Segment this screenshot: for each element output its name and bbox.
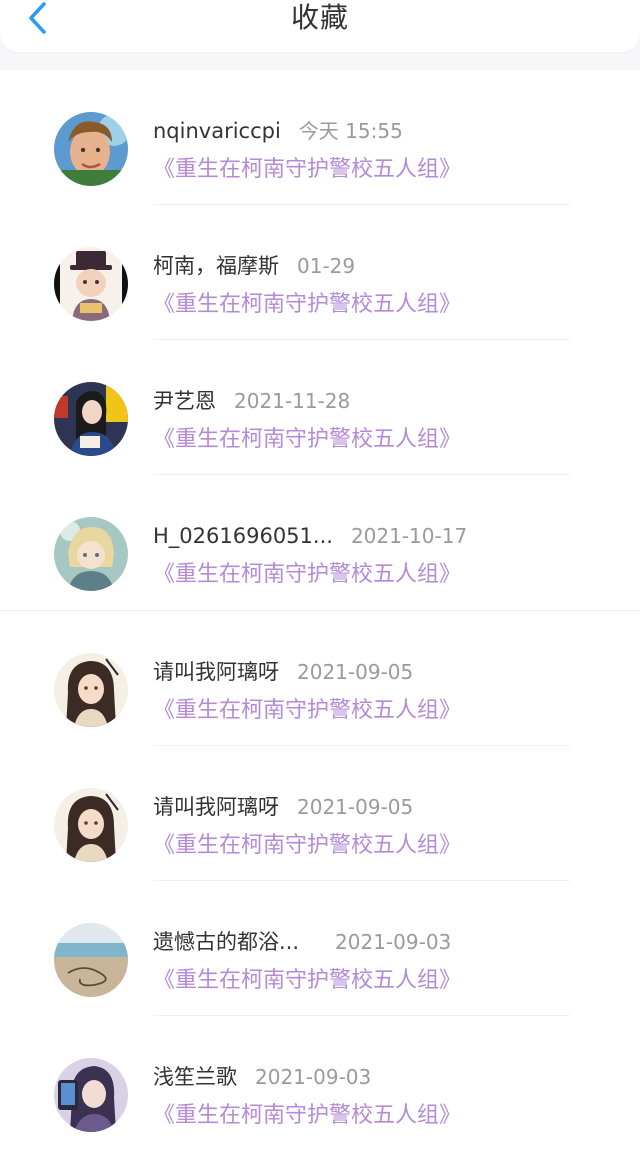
book-title-link[interactable]: 《重生在柯南守护警校五人组》 bbox=[153, 1100, 461, 1132]
user-name: 请叫我阿璃呀 bbox=[153, 795, 279, 819]
name-line: 柯南，福摩斯 01-29 bbox=[153, 251, 355, 281]
timestamp: 01-29 bbox=[297, 254, 356, 278]
user-name: nqinvariccpi bbox=[153, 119, 281, 143]
list-item[interactable]: 尹艺恩 2021-11-28 《重生在柯南守护警校五人组》 bbox=[0, 340, 640, 475]
book-title-link[interactable]: 《重生在柯南守护警校五人组》 bbox=[153, 965, 461, 997]
timestamp: 2021-10-17 bbox=[350, 524, 468, 548]
avatar[interactable] bbox=[54, 653, 128, 727]
name-line: H_0261696051... 2021-10-17 bbox=[153, 521, 467, 551]
list-item[interactable]: 浅笙兰歌 2021-09-03 《重生在柯南守护警校五人组》 bbox=[0, 1016, 640, 1151]
user-name: 尹艺恩 bbox=[153, 389, 216, 413]
book-title-link[interactable]: 《重生在柯南守护警校五人组》 bbox=[153, 695, 461, 727]
name-line: 请叫我阿璃呀 2021-09-05 bbox=[153, 792, 413, 822]
header-bar: 收藏 bbox=[0, 0, 640, 52]
timestamp: 2021-09-03 bbox=[335, 930, 452, 954]
avatar[interactable] bbox=[54, 517, 128, 591]
timestamp: 2021-09-05 bbox=[297, 660, 414, 684]
book-title-link[interactable]: 《重生在柯南守护警校五人组》 bbox=[153, 289, 461, 321]
list-item[interactable]: H_0261696051... 2021-10-17 《重生在柯南守护警校五人组… bbox=[0, 475, 640, 610]
avatar[interactable] bbox=[54, 788, 128, 862]
timestamp: 2021-09-03 bbox=[255, 1065, 372, 1089]
page-title: 收藏 bbox=[290, 1, 349, 34]
list-item[interactable]: 请叫我阿璃呀 2021-09-05 《重生在柯南守护警校五人组》 bbox=[0, 746, 640, 881]
timestamp: 2021-09-05 bbox=[297, 795, 414, 819]
book-title-link[interactable]: 《重生在柯南守护警校五人组》 bbox=[153, 559, 461, 591]
name-line: 浅笙兰歌 2021-09-03 bbox=[153, 1062, 371, 1092]
avatar[interactable] bbox=[54, 1058, 128, 1132]
book-title-link[interactable]: 《重生在柯南守护警校五人组》 bbox=[153, 154, 461, 186]
avatar[interactable] bbox=[54, 247, 128, 321]
name-line: 请叫我阿璃呀 2021-09-05 bbox=[153, 657, 413, 687]
user-name: 遗憾古的都浴... bbox=[153, 930, 300, 954]
list-item[interactable]: 遗憾古的都浴... 2021-09-03 《重生在柯南守护警校五人组》 bbox=[0, 881, 640, 1016]
name-line: 尹艺恩 2021-11-28 bbox=[153, 386, 350, 416]
user-name: H_0261696051... bbox=[153, 524, 333, 548]
user-name: 柯南，福摩斯 bbox=[153, 254, 279, 278]
avatar[interactable] bbox=[54, 382, 128, 456]
user-name: 请叫我阿璃呀 bbox=[153, 660, 279, 684]
timestamp: 2021-11-28 bbox=[234, 389, 351, 413]
timestamp: 今天 15:55 bbox=[298, 119, 403, 143]
list-item[interactable]: 请叫我阿璃呀 2021-09-05 《重生在柯南守护警校五人组》 bbox=[0, 611, 640, 746]
avatar[interactable] bbox=[54, 112, 128, 186]
favorites-list: nqinvariccpi 今天 15:55 《重生在柯南守护警校五人组》 柯南，… bbox=[0, 70, 640, 1174]
user-name: 浅笙兰歌 bbox=[153, 1065, 237, 1089]
name-line: nqinvariccpi 今天 15:55 bbox=[153, 116, 403, 146]
list-item[interactable]: nqinvariccpi 今天 15:55 《重生在柯南守护警校五人组》 bbox=[0, 70, 640, 205]
book-title-link[interactable]: 《重生在柯南守护警校五人组》 bbox=[153, 424, 461, 456]
list-item[interactable]: 柯南，福摩斯 01-29 《重生在柯南守护警校五人组》 bbox=[0, 205, 640, 340]
avatar[interactable] bbox=[54, 923, 128, 997]
name-line: 遗憾古的都浴... 2021-09-03 bbox=[153, 927, 451, 957]
book-title-link[interactable]: 《重生在柯南守护警校五人组》 bbox=[153, 830, 461, 862]
